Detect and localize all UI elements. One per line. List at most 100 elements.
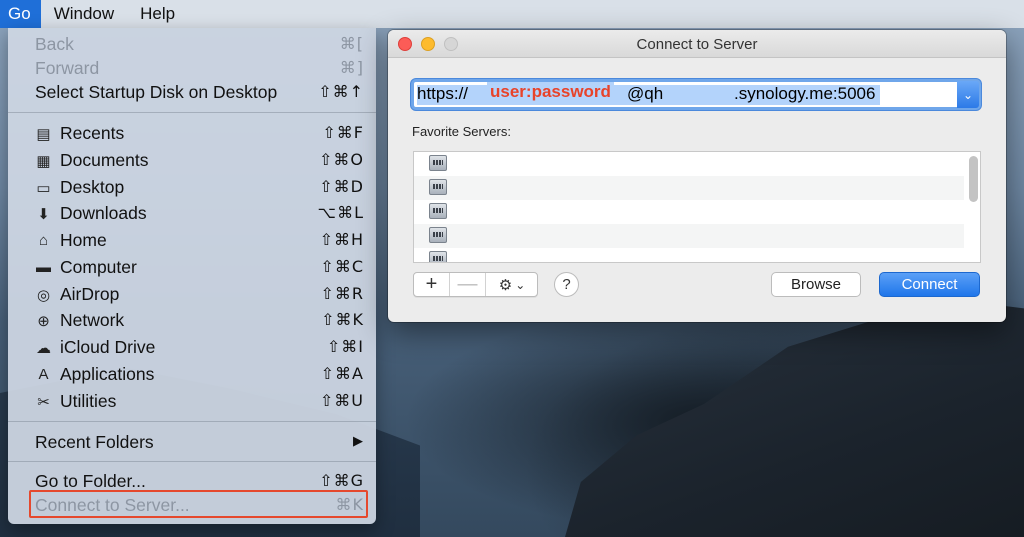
menu-item-label: Utilities (60, 391, 117, 411)
url-host-part2: .synology.me:5006 (734, 84, 876, 103)
menu-bar: Go Window Help (0, 0, 1024, 28)
menu-item-label: Desktop (60, 177, 125, 197)
menu-item-shortcut: ⌥⌘L (317, 203, 364, 222)
menu-item-recent-folders[interactable]: Recent Folders ▶ (8, 429, 376, 455)
menu-item-applications[interactable]: A Applications ⇧⌘A (8, 361, 376, 387)
action-menu-button[interactable]: ⚙ ⌄ (486, 273, 538, 296)
menu-item-shortcut: ⇧⌘A (320, 364, 364, 383)
highlight-box (29, 490, 368, 518)
menu-window[interactable]: Window (41, 0, 127, 28)
menu-item-label: Forward (35, 58, 100, 78)
menu-item-label: AirDrop (60, 284, 120, 304)
menu-item-airdrop[interactable]: ◎ AirDrop ⇧⌘R (8, 281, 376, 307)
menu-item-recents[interactable]: ▤ Recents ⇧⌘F (8, 120, 376, 146)
url-prefix: https:// (417, 84, 469, 103)
connect-button[interactable]: Connect (879, 272, 980, 297)
menu-separator (8, 112, 376, 113)
menu-item-label: iCloud Drive (60, 337, 156, 357)
menu-item-back[interactable]: Back ⌘[ (8, 31, 376, 57)
menu-item-shortcut: ⇧⌘I (326, 337, 364, 356)
remove-server-button[interactable]: — (450, 273, 485, 296)
server-icon (429, 203, 447, 219)
menu-item-label: Recent Folders (35, 432, 154, 452)
menu-item-shortcut: ⇧⌘F (322, 123, 364, 142)
menu-separator (8, 421, 376, 422)
menu-item-desktop[interactable]: ▭ Desktop ⇧⌘D (8, 174, 376, 200)
menu-item-label: Applications (60, 364, 155, 384)
menu-item-shortcut: ⇧⌘R (320, 284, 364, 303)
menu-item-shortcut: ⇧⌘G (319, 471, 364, 490)
menu-item-label: Recents (60, 123, 125, 143)
favorite-servers-label: Favorite Servers: (412, 124, 511, 139)
menu-item-shortcut: ⌘[ (339, 34, 364, 53)
menu-item-shortcut: ⇧⌘U (319, 391, 364, 410)
menu-help[interactable]: Help (127, 0, 188, 28)
network-icon: ⊕ (37, 312, 50, 330)
favorites-controls: + — ⚙ ⌄ (413, 272, 538, 297)
list-item[interactable] (414, 224, 964, 248)
menu-go[interactable]: Go (0, 0, 41, 28)
url-credentials: user:password (487, 82, 614, 102)
menu-item-network[interactable]: ⊕ Network ⇧⌘K (8, 307, 376, 333)
chevron-down-icon: ⌄ (515, 277, 526, 292)
computer-icon: ▬ (36, 259, 51, 276)
url-host-part1: @qh (627, 84, 664, 103)
server-icon (429, 227, 447, 243)
server-address-input[interactable]: https:// user:password @qh .synology.me:… (411, 79, 981, 110)
menu-item-utilities[interactable]: ✂ Utilities ⇧⌘U (8, 388, 376, 414)
server-icon (429, 251, 447, 262)
home-icon: ⌂ (38, 232, 49, 249)
menu-item-label: Go to Folder... (35, 471, 146, 491)
menu-item-shortcut: ⇧⌘D (319, 177, 364, 196)
chevron-down-icon: ⌄ (962, 87, 974, 102)
server-icon (429, 155, 447, 171)
applications-icon: A (38, 366, 49, 383)
menu-item-label: Home (60, 230, 107, 250)
utilities-icon: ✂ (37, 393, 50, 411)
scrollbar[interactable] (969, 156, 978, 202)
background-cliff (558, 300, 1024, 537)
recents-icon: ▤ (36, 125, 51, 143)
menu-item-label: Network (60, 310, 125, 330)
menu-item-label: Select Startup Disk on Desktop (35, 82, 278, 102)
menu-item-label: Downloads (60, 203, 147, 223)
documents-icon: ▦ (36, 152, 51, 170)
menu-item-shortcut: ⇧⌘H (319, 230, 364, 249)
list-item[interactable] (414, 200, 964, 224)
desktop-icon: ▭ (36, 179, 51, 197)
server-icon (429, 179, 447, 195)
connect-to-server-dialog: Connect to Server https:// user:password… (388, 30, 1006, 322)
gear-icon: ⚙ (498, 276, 513, 294)
browse-button[interactable]: Browse (771, 272, 861, 297)
url-history-dropdown[interactable]: ⌄ (957, 81, 979, 108)
menu-item-label: Computer (60, 257, 137, 277)
list-item[interactable] (414, 248, 964, 262)
dialog-title: Connect to Server (636, 36, 758, 53)
menu-item-downloads[interactable]: ⬇ Downloads ⌥⌘L (8, 200, 376, 226)
menu-item-select-startup-disk[interactable]: Select Startup Disk on Desktop ⇧⌘↑ (8, 79, 376, 105)
list-item[interactable] (414, 152, 964, 176)
menu-item-icloud-drive[interactable]: ☁ iCloud Drive ⇧⌘I (8, 334, 376, 360)
icloud-icon: ☁ (36, 339, 51, 357)
favorite-servers-list[interactable] (413, 151, 981, 263)
menu-item-shortcut: ⇧⌘O (319, 150, 364, 169)
menu-item-shortcut: ⇧⌘C (320, 257, 364, 276)
downloads-icon: ⬇ (37, 205, 50, 223)
title-bar: Connect to Server (388, 30, 1006, 58)
submenu-arrow-icon: ▶ (353, 434, 364, 449)
menu-item-forward[interactable]: Forward ⌘] (8, 55, 376, 81)
menu-item-home[interactable]: ⌂ Home ⇧⌘H (8, 227, 376, 253)
add-server-button[interactable]: + (414, 273, 449, 296)
menu-item-shortcut: ⇧⌘↑ (318, 82, 364, 101)
help-button[interactable]: ? (554, 272, 579, 297)
list-item[interactable] (414, 176, 964, 200)
airdrop-icon: ◎ (36, 286, 51, 304)
menu-item-documents[interactable]: ▦ Documents ⇧⌘O (8, 147, 376, 173)
menu-item-shortcut: ⌘] (339, 58, 364, 77)
go-menu-dropdown: Back ⌘[ Forward ⌘] Select Startup Disk o… (8, 28, 376, 524)
menu-item-shortcut: ⇧⌘K (321, 310, 364, 329)
menu-item-computer[interactable]: ▬ Computer ⇧⌘C (8, 254, 376, 280)
menu-separator (8, 461, 376, 462)
menu-item-label: Back (35, 34, 74, 54)
menu-item-label: Documents (60, 150, 149, 170)
